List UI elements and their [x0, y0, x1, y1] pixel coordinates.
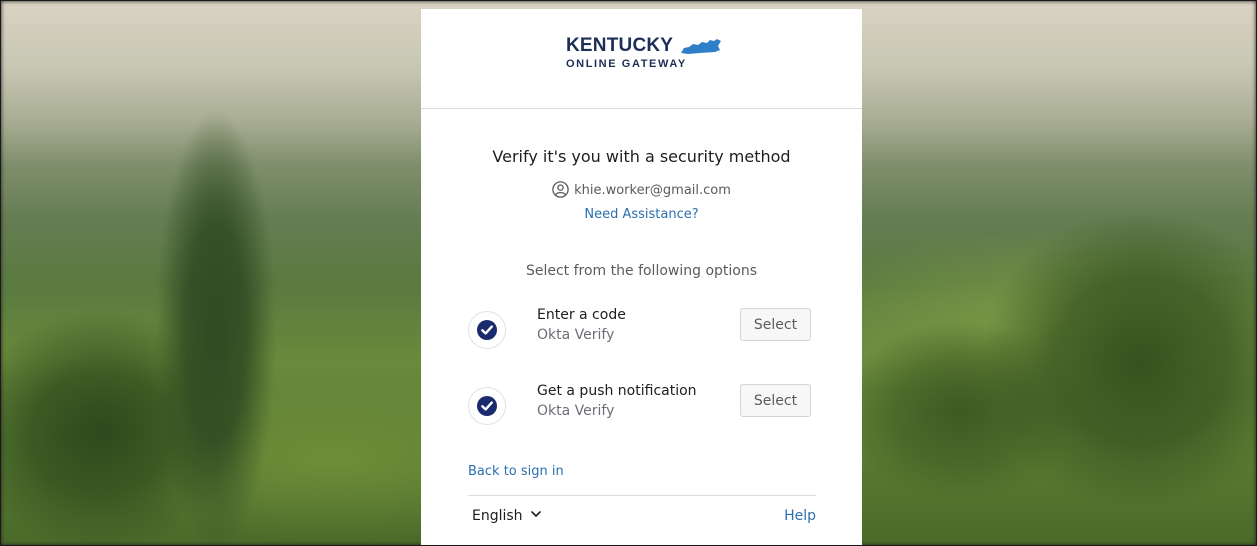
options-subtitle: Select from the following options — [525, 263, 758, 279]
logo-text-kentucky: KENTUCKY — [566, 35, 674, 56]
kentucky-state-shape-icon — [681, 39, 721, 54]
chevron-down-icon — [530, 511, 541, 518]
panel-header: KENTUCKY ONLINE GATEWAY — [421, 9, 862, 109]
page-title: Verify it's you with a security method — [492, 147, 791, 166]
option-provider: Okta Verify — [537, 403, 615, 419]
okta-verify-icon — [468, 387, 506, 425]
language-label: English — [472, 508, 523, 524]
help-link[interactable]: Help — [784, 508, 816, 524]
user-icon — [552, 181, 569, 198]
option-label: Enter a code — [537, 307, 626, 323]
logo-text-online-gateway: ONLINE GATEWAY — [566, 58, 687, 70]
authenticator-option-push: Get a push notification Okta Verify Sele… — [468, 383, 814, 433]
identifier-email: khie.worker@gmail.com — [574, 183, 731, 198]
window: KENTUCKY ONLINE GATEWAY Verify it's you … — [0, 0, 1257, 546]
select-enter-code-button[interactable]: Select — [740, 308, 811, 341]
okta-verify-icon — [468, 311, 506, 349]
authenticator-option-enter-code: Enter a code Okta Verify Select — [468, 307, 814, 357]
user-identifier: khie.worker@gmail.com — [421, 181, 862, 198]
sign-in-panel: KENTUCKY ONLINE GATEWAY Verify it's you … — [421, 9, 862, 545]
select-push-notification-button[interactable]: Select — [740, 384, 811, 417]
footer-divider — [468, 495, 816, 496]
option-provider: Okta Verify — [537, 327, 615, 343]
option-label: Get a push notification — [537, 383, 697, 399]
kentucky-online-gateway-logo: KENTUCKY ONLINE GATEWAY — [566, 35, 726, 79]
language-selector[interactable]: English — [472, 508, 541, 524]
back-to-sign-in-link[interactable]: Back to sign in — [468, 464, 564, 479]
need-assistance-link[interactable]: Need Assistance? — [421, 207, 862, 222]
